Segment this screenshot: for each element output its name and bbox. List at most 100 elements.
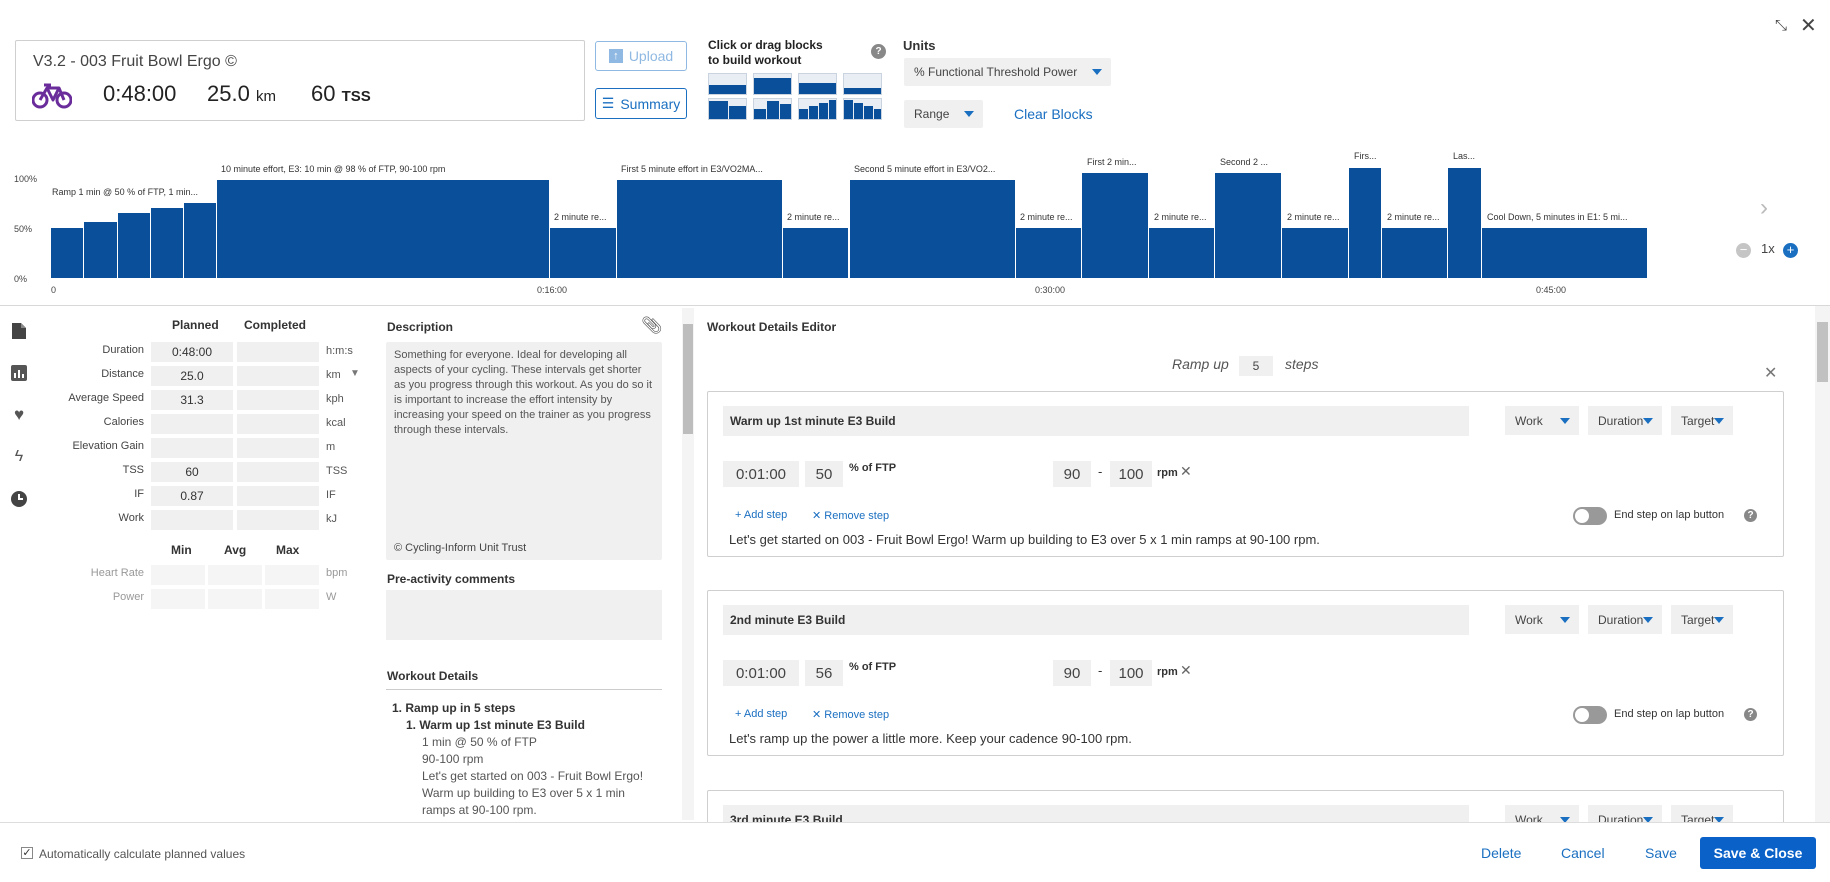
ramp-steps-input[interactable]: 5 bbox=[1239, 356, 1273, 376]
chart-bar[interactable] bbox=[50, 228, 84, 278]
clear-blocks-link[interactable]: Clear Blocks bbox=[1014, 106, 1093, 122]
chart-bar[interactable] bbox=[1447, 168, 1481, 278]
chart-bar[interactable] bbox=[216, 180, 550, 278]
block-ramp-down[interactable] bbox=[843, 98, 882, 120]
block-steady-small[interactable] bbox=[843, 73, 882, 95]
distance-unit-dropdown-icon[interactable]: ▼ bbox=[350, 368, 360, 379]
planned-input[interactable]: 25.0 bbox=[151, 366, 233, 386]
cadence-max-input[interactable]: 100 bbox=[1110, 660, 1152, 686]
step-type-select[interactable]: Work bbox=[1505, 605, 1579, 634]
summary-button[interactable]: ☰ Summary bbox=[595, 88, 687, 119]
planned-input[interactable]: 0.87 bbox=[151, 486, 233, 506]
collapse-icon[interactable]: ⤡ bbox=[1775, 17, 1787, 34]
chart-bar[interactable] bbox=[1081, 173, 1148, 278]
completed-input[interactable] bbox=[237, 366, 319, 386]
block-interval-3[interactable] bbox=[753, 98, 792, 120]
step-duration-input[interactable]: 0:01:00 bbox=[723, 461, 799, 487]
planned-input[interactable]: 60 bbox=[151, 462, 233, 482]
step-target-select[interactable]: Target bbox=[1671, 805, 1733, 822]
save-button[interactable]: Save bbox=[1645, 845, 1677, 861]
step-name-input[interactable]: Warm up 1st minute E3 Build bbox=[723, 406, 1469, 436]
chart-bar[interactable] bbox=[1147, 228, 1215, 278]
cadence-max-input[interactable]: 100 bbox=[1110, 461, 1152, 487]
help-icon[interactable]: ? bbox=[871, 44, 886, 59]
remove-step-link[interactable]: ✕ Remove step bbox=[812, 509, 889, 522]
hr-min-input[interactable] bbox=[151, 565, 205, 585]
remove-cadence-icon[interactable]: ✕ bbox=[1180, 662, 1192, 679]
clock-icon[interactable] bbox=[8, 488, 30, 510]
planned-input[interactable]: 31.3 bbox=[151, 390, 233, 410]
chart-bar[interactable] bbox=[1014, 228, 1082, 278]
cancel-button[interactable]: Cancel bbox=[1561, 845, 1605, 861]
planned-input[interactable] bbox=[151, 438, 233, 458]
chart-bar[interactable] bbox=[116, 213, 150, 278]
chart-bar[interactable] bbox=[781, 228, 849, 278]
upload-button[interactable]: ↑ Upload bbox=[595, 41, 687, 71]
step-length-select[interactable]: Duration bbox=[1588, 605, 1662, 634]
completed-input[interactable] bbox=[237, 438, 319, 458]
cadence-min-input[interactable]: 90 bbox=[1053, 660, 1091, 686]
pre-activity-textarea[interactable] bbox=[386, 590, 662, 640]
remove-step-link[interactable]: ✕ Remove step bbox=[812, 708, 889, 721]
units-select[interactable]: % Functional Threshold Power bbox=[904, 58, 1111, 86]
planned-input[interactable]: 0:48:00 bbox=[151, 342, 233, 362]
completed-input[interactable] bbox=[237, 486, 319, 506]
step-target-input[interactable]: 50 bbox=[805, 461, 843, 487]
workout-title[interactable]: V3.2 - 003 Fruit Bowl Ergo © bbox=[33, 53, 237, 71]
paperclip-icon[interactable]: 📎︎ bbox=[641, 316, 663, 336]
range-select[interactable]: Range bbox=[904, 100, 983, 128]
remove-cadence-icon[interactable]: ✕ bbox=[1180, 463, 1192, 480]
block-ramp-up[interactable] bbox=[798, 98, 837, 120]
close-icon[interactable]: ✕ bbox=[1764, 363, 1777, 383]
step-duration-input[interactable]: 0:01:00 bbox=[723, 660, 799, 686]
chart-bar[interactable] bbox=[1347, 168, 1381, 278]
completed-input[interactable] bbox=[237, 390, 319, 410]
stats-chart-icon[interactable] bbox=[8, 362, 30, 384]
step-target-select[interactable]: Target bbox=[1671, 406, 1733, 435]
add-step-link[interactable]: + Add step bbox=[735, 708, 787, 720]
step-type-select[interactable]: Work bbox=[1505, 406, 1579, 435]
cadence-min-input[interactable]: 90 bbox=[1053, 461, 1091, 487]
step-name-input[interactable]: 2nd minute E3 Build bbox=[723, 605, 1469, 635]
scroll-thumb[interactable] bbox=[1817, 322, 1828, 382]
save-close-button[interactable]: Save & Close bbox=[1700, 837, 1816, 869]
block-steady-high[interactable] bbox=[753, 73, 792, 95]
left-panel-scrollbar[interactable] bbox=[682, 308, 694, 820]
lightning-icon[interactable]: ϟ bbox=[8, 446, 30, 468]
add-step-link[interactable]: + Add step bbox=[735, 509, 787, 521]
planned-input[interactable] bbox=[151, 510, 233, 530]
completed-input[interactable] bbox=[237, 342, 319, 362]
step-target-select[interactable]: Target bbox=[1671, 605, 1733, 634]
heart-icon[interactable]: ♥ bbox=[8, 404, 30, 426]
chart-bar[interactable] bbox=[1214, 173, 1281, 278]
scroll-thumb[interactable] bbox=[683, 324, 693, 434]
step-length-select[interactable]: Duration bbox=[1588, 805, 1662, 822]
help-icon[interactable]: ? bbox=[1744, 509, 1757, 522]
completed-input[interactable] bbox=[237, 510, 319, 530]
editor-scrollbar[interactable] bbox=[1815, 306, 1830, 822]
hr-max-input[interactable] bbox=[265, 565, 319, 585]
block-steady-low[interactable] bbox=[708, 73, 747, 95]
workout-chart[interactable]: 100% 50% 0% Ramp 1 min @ 50 % of FTP, 1 … bbox=[0, 140, 1830, 300]
chart-bar[interactable] bbox=[149, 208, 184, 278]
step-target-input[interactable]: 56 bbox=[805, 660, 843, 686]
planned-input[interactable] bbox=[151, 414, 233, 434]
chart-bar[interactable] bbox=[549, 228, 616, 278]
chart-bar[interactable] bbox=[183, 203, 217, 278]
close-icon[interactable]: ✕ bbox=[1800, 13, 1817, 38]
lap-button-toggle[interactable] bbox=[1573, 706, 1607, 724]
description-textarea[interactable]: Something for everyone. Ideal for develo… bbox=[386, 342, 662, 560]
hr-avg-input[interactable] bbox=[208, 565, 262, 585]
chart-bar[interactable] bbox=[1281, 228, 1348, 278]
lap-button-toggle[interactable] bbox=[1573, 507, 1607, 525]
power-max-input[interactable] bbox=[265, 589, 319, 609]
auto-calc-checkbox[interactable]: ✓ bbox=[21, 847, 33, 859]
block-steady-mid[interactable] bbox=[798, 73, 837, 95]
zoom-out-icon[interactable]: − bbox=[1736, 243, 1751, 258]
step-type-select[interactable]: Work bbox=[1505, 805, 1579, 822]
zoom-in-icon[interactable]: + bbox=[1783, 243, 1798, 258]
block-interval-2[interactable] bbox=[708, 98, 747, 120]
chart-bar[interactable] bbox=[83, 222, 117, 278]
document-icon[interactable] bbox=[8, 320, 30, 342]
delete-button[interactable]: Delete bbox=[1481, 845, 1521, 861]
